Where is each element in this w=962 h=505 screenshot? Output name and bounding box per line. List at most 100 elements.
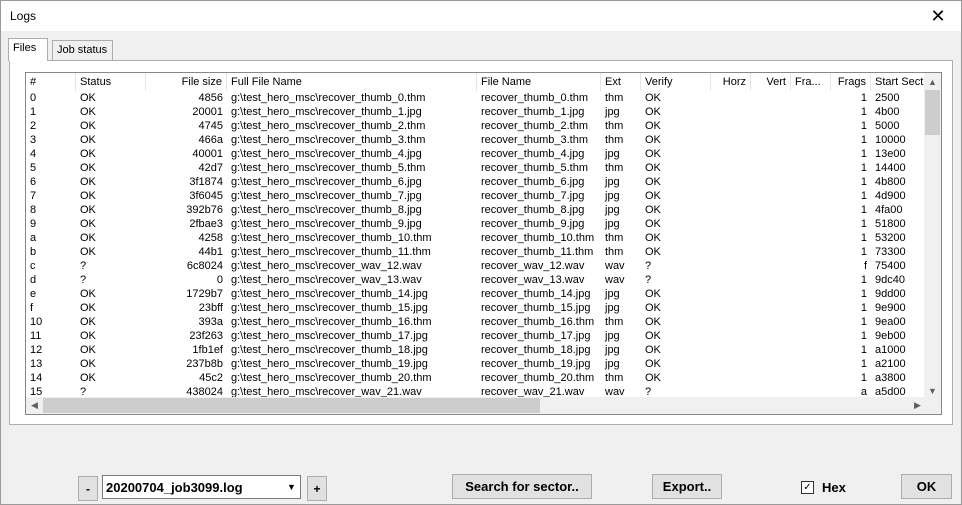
col-frags-cell: 1 [860, 274, 867, 286]
col-frags-cell: 1 [860, 120, 867, 132]
col-horz-cell [711, 259, 751, 273]
col-file-size-cell: 3f1874 [189, 176, 223, 188]
col-verify-cell: OK [645, 232, 661, 244]
table-row[interactable]: a OK 4258 g:\test_hero_msc\recover_thumb_10… [26, 231, 926, 245]
table-row[interactable]: 5 OK 42d7 g:\test_hero_msc\recover_thumb_5.… [26, 161, 926, 175]
table-row[interactable]: 11 OK 23f263 g:\test_hero_msc\recover_thumb… [26, 329, 926, 343]
col-frags-cell: 1 [860, 162, 867, 174]
col-status-cell: OK [80, 302, 96, 314]
table-row[interactable]: b OK 44b1 g:\test_hero_msc\recover_thumb_11… [26, 245, 926, 259]
col-status-cell: OK [80, 148, 96, 160]
col-status-cell: OK [80, 232, 96, 244]
table-row[interactable]: 1 OK 20001 g:\test_hero_msc\recover_thumb_1… [26, 105, 926, 119]
col-full-file-name-cell: g:\test_hero_msc\recover_thumb_0.thm [231, 92, 426, 104]
col-start-sect-cell: 9e900 [875, 302, 906, 314]
column-header-frags[interactable]: Frags [831, 73, 871, 91]
column-header-ext[interactable]: Ext [601, 73, 641, 91]
col-ext-cell: jpg [605, 344, 620, 356]
table-row[interactable]: d? 0 g:\test_hero_msc\recover_wav_13.wav re… [26, 273, 926, 287]
col-fra-cell [791, 273, 831, 287]
table-row[interactable]: 10 OK 393a g:\test_hero_msc\recover_thumb_1… [26, 315, 926, 329]
col-vert-cell [751, 119, 791, 133]
table-row[interactable]: 13 OK 237b8b g:\test_hero_msc\recover_thumb… [26, 357, 926, 371]
col-fra-cell [791, 301, 831, 315]
tab-job-status[interactable]: Job status [52, 40, 113, 60]
scroll-left-icon[interactable]: ◀ [26, 397, 43, 414]
col-full-file-name-cell: g:\test_hero_msc\recover_thumb_4.jpg [231, 148, 422, 160]
col-horz-cell [711, 147, 751, 161]
col-index-cell: 5 [30, 162, 37, 174]
files-list[interactable]: # Status File size Full File Name File Name E… [25, 72, 942, 415]
col-ext-cell: jpg [605, 106, 620, 118]
col-vert-cell [751, 287, 791, 301]
search-sector-button[interactable]: Search for sector.. [452, 474, 592, 499]
col-fra-cell [791, 189, 831, 203]
col-horz-cell [711, 287, 751, 301]
table-row[interactable]: 2 OK 4745 g:\test_hero_msc\recover_thumb_2.… [26, 119, 926, 133]
col-full-file-name-cell: g:\test_hero_msc\recover_wav_12.wav [231, 260, 422, 272]
col-frags-cell: 1 [860, 218, 867, 230]
files-panel: # Status File size Full File Name File Name E… [9, 60, 953, 425]
col-start-sect-cell: 5000 [875, 120, 900, 132]
table-row[interactable]: 4 OK 40001 g:\test_hero_msc\recover_thumb_4… [26, 147, 926, 161]
table-row[interactable]: 14 OK 45c2 g:\test_hero_msc\recover_thumb_2… [26, 371, 926, 385]
col-vert-cell [751, 301, 791, 315]
ok-button[interactable]: OK [901, 474, 952, 499]
hex-checkbox[interactable]: ✓ [801, 480, 814, 494]
export-button[interactable]: Export.. [652, 474, 722, 499]
table-row[interactable]: 3 OK 466a g:\test_hero_msc\recover_thumb_3.… [26, 133, 926, 147]
col-fra-cell [791, 259, 831, 273]
col-vert-cell [751, 91, 791, 105]
table-row[interactable]: f OK 23bff g:\test_hero_msc\recover_thumb_1… [26, 301, 926, 315]
column-header-start-sect[interactable]: Start Sect [871, 73, 931, 91]
col-frags-cell: 1 [860, 148, 867, 160]
table-row[interactable]: 12 OK 1fb1ef g:\test_hero_msc\recover_thumb… [26, 343, 926, 357]
vertical-scroll-thumb[interactable] [925, 90, 940, 135]
column-header-file-name[interactable]: File Name [477, 73, 601, 91]
table-row[interactable]: c? 6c8024 g:\test_hero_msc\recover_wav_12.… [26, 259, 926, 273]
table-row[interactable]: 0 OK 4856 g:\test_hero_msc\recover_thumb_0.… [26, 91, 926, 105]
col-status-cell: OK [80, 288, 96, 300]
col-start-sect-cell: 9dc40 [875, 274, 905, 286]
chevron-down-icon[interactable]: ▼ [283, 476, 300, 498]
col-full-file-name-cell: g:\test_hero_msc\recover_thumb_11.thm [231, 246, 431, 258]
col-file-name-cell: recover_thumb_20.thm [481, 372, 595, 384]
column-header-status[interactable]: Status [76, 73, 146, 91]
column-header-vert[interactable]: Vert [751, 73, 791, 91]
next-log-button[interactable]: + [307, 476, 327, 501]
table-row[interactable]: 7 OK 3f6045 g:\test_hero_msc\recover_thumb_… [26, 189, 926, 203]
table-row[interactable]: 9 OK 2fbae3 g:\test_hero_msc\recover_thumb_… [26, 217, 926, 231]
horizontal-scroll-thumb[interactable] [43, 398, 540, 413]
col-horz-cell [711, 371, 751, 385]
column-header-fra[interactable]: Fra... [791, 73, 831, 91]
col-verify-cell: ? [645, 274, 652, 286]
scroll-up-icon[interactable]: ▲ [924, 73, 941, 90]
column-header-verify[interactable]: Verify [641, 73, 711, 91]
column-header-file-size[interactable]: File size [146, 73, 227, 91]
table-row[interactable]: e OK 1729b7 g:\test_hero_msc\recover_thumb_… [26, 287, 926, 301]
vertical-scrollbar[interactable]: ▲ ▼ [924, 73, 941, 399]
col-full-file-name-cell: g:\test_hero_msc\recover_thumb_19.jpg [231, 358, 428, 370]
tab-files[interactable]: Files [8, 38, 48, 61]
horizontal-scrollbar[interactable]: ◀ ▶ [26, 397, 926, 414]
hex-option[interactable]: ✓ Hex [801, 479, 846, 495]
table-row[interactable]: 8 OK 392b76 g:\test_hero_msc\recover_thumb_… [26, 203, 926, 217]
column-header-index[interactable]: # [26, 73, 76, 91]
table-row[interactable]: 6 OK 3f1874 g:\test_hero_msc\recover_thumb_… [26, 175, 926, 189]
col-file-size-cell: 40001 [192, 148, 223, 160]
col-ext-cell: thm [605, 316, 624, 328]
previous-log-button[interactable]: - [78, 476, 98, 501]
col-verify-cell: OK [645, 148, 661, 160]
col-horz-cell [711, 105, 751, 119]
col-status-cell: OK [80, 358, 96, 370]
col-ext-cell: thm [605, 120, 624, 132]
col-full-file-name-cell: g:\test_hero_msc\recover_thumb_18.jpg [231, 344, 428, 356]
col-index-cell: 11 [30, 330, 42, 342]
close-button[interactable]: ✕ [915, 1, 961, 31]
list-header: # Status File size Full File Name File Name E… [26, 73, 931, 91]
col-file-size-cell: 42d7 [198, 162, 223, 174]
col-file-name-cell: recover_thumb_0.thm [481, 92, 588, 104]
column-header-horz[interactable]: Horz [711, 73, 751, 91]
column-header-full-file-name[interactable]: Full File Name [227, 73, 477, 91]
log-file-select[interactable]: 20200704_job3099.log ▼ [102, 475, 301, 499]
